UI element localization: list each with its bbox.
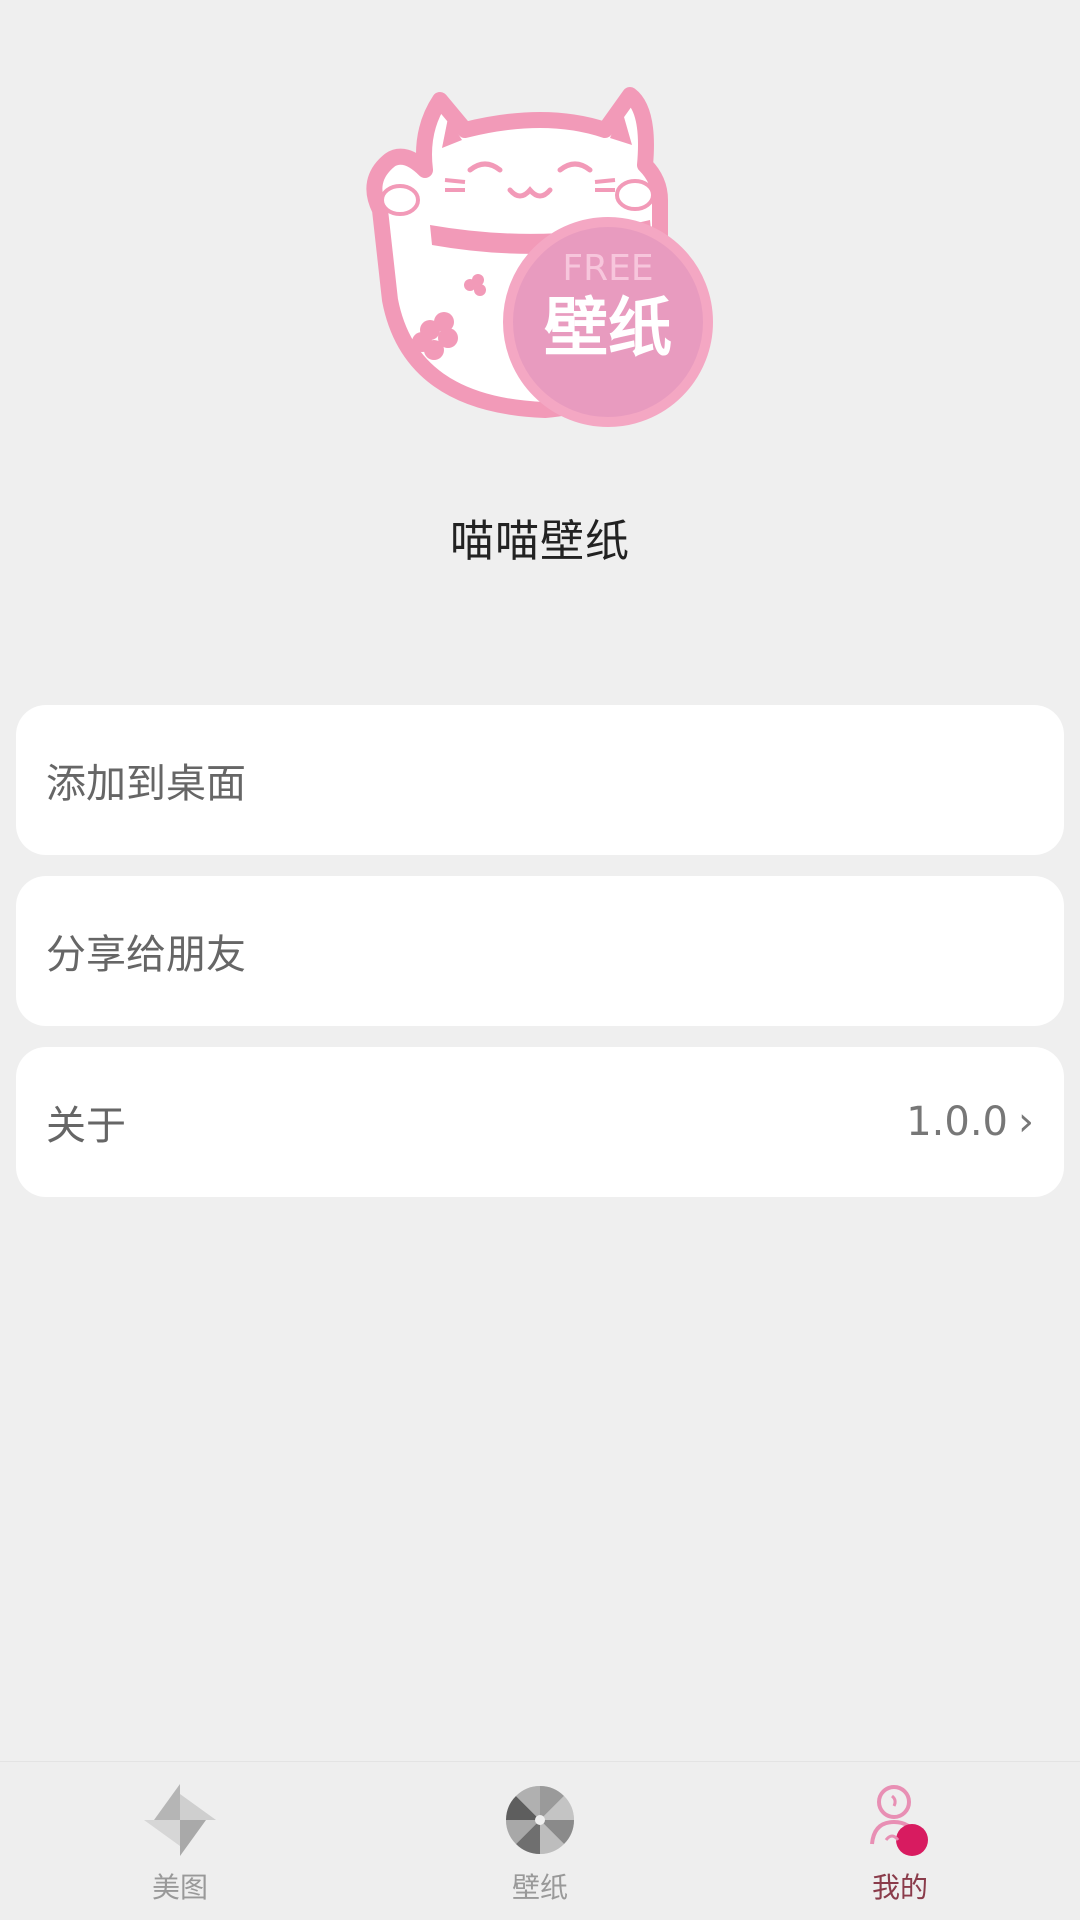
svg-text:FREE: FREE — [562, 248, 653, 289]
lucky-cat-logo-icon: FREE 壁纸 — [366, 87, 713, 427]
version-text: 1.0.0 — [906, 1099, 1008, 1145]
tab-meitu[interactable]: 美图 — [0, 1762, 360, 1920]
tab-mine[interactable]: 我的 — [720, 1762, 1080, 1920]
tab-bizhi[interactable]: 壁纸 — [360, 1762, 720, 1920]
menu-item-label: 关于 — [46, 1103, 126, 1149]
bottom-tab-bar: 美图 壁纸 我的 — [0, 1761, 1080, 1920]
menu-item-label: 分享给朋友 — [46, 932, 246, 978]
chevron-right-icon: › — [1018, 1099, 1034, 1145]
version-value: 1.0.0 › — [906, 1099, 1034, 1145]
svg-text:壁纸: 壁纸 — [544, 292, 672, 366]
tab-label: 壁纸 — [511, 1871, 568, 1904]
tab-label: 我的 — [871, 1871, 928, 1904]
aperture-icon — [506, 1786, 574, 1854]
menu-item-share[interactable]: 分享给朋友 — [16, 876, 1064, 1026]
app-logo: FREE 壁纸 — [360, 70, 730, 440]
profile-icon — [870, 1785, 928, 1856]
menu-item-add-to-desktop[interactable]: 添加到桌面 — [16, 705, 1064, 855]
menu-item-about[interactable]: 关于 1.0.0 › — [16, 1047, 1064, 1197]
app-name: 喵喵壁纸 — [450, 516, 630, 567]
menu-item-label: 添加到桌面 — [46, 761, 246, 807]
tab-label: 美图 — [151, 1871, 208, 1904]
pinwheel-icon — [144, 1784, 216, 1856]
